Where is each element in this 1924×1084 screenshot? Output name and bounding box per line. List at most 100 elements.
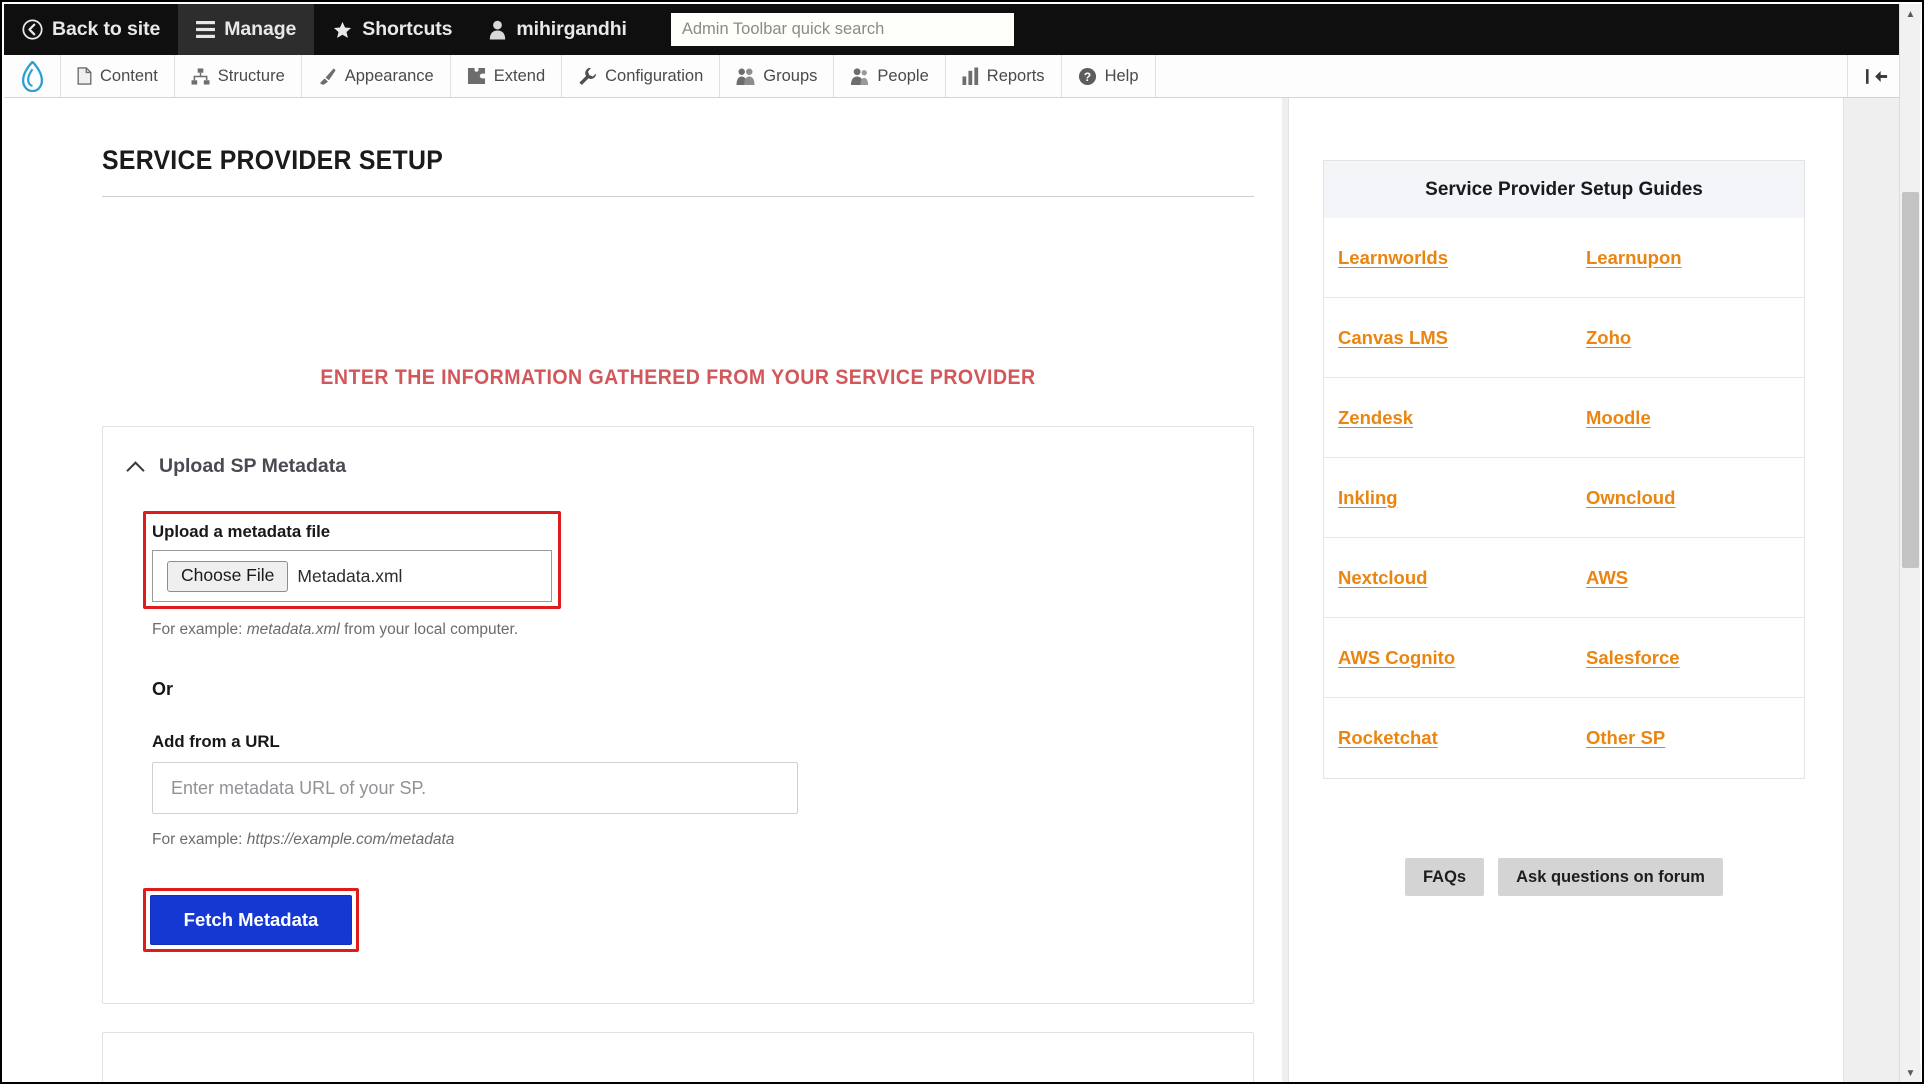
collapse-toolbar-button[interactable]: [1847, 55, 1905, 97]
guide-row: Rocketchat Other SP: [1324, 698, 1804, 778]
people-icon: [850, 67, 869, 86]
sidebar-column: Service Provider Setup Guides Learnworld…: [1288, 98, 1844, 1082]
guide-cell-left: Zendesk: [1324, 378, 1556, 457]
selected-file-name: Metadata.xml: [297, 565, 403, 586]
file-hint-example: metadata.xml: [246, 621, 340, 638]
guide-link-aws[interactable]: AWS: [1586, 567, 1628, 589]
guide-row: Inkling Owncloud: [1324, 458, 1804, 538]
guide-link-learnupon[interactable]: Learnupon: [1586, 247, 1682, 269]
shortcuts-label: Shortcuts: [362, 18, 453, 40]
guide-link-zendesk[interactable]: Zendesk: [1338, 407, 1413, 429]
guide-link-rocketchat[interactable]: Rocketchat: [1338, 727, 1438, 749]
guide-cell-left: Learnworlds: [1324, 218, 1556, 297]
ask-questions-forum-button[interactable]: Ask questions on forum: [1498, 858, 1723, 896]
upload-card-title: Upload SP Metadata: [159, 455, 347, 477]
guide-link-salesforce[interactable]: Salesforce: [1586, 647, 1680, 669]
drupal-drop-icon: [21, 60, 43, 92]
admin-toolbar: Back to site Manage Shortcuts mihirgandh…: [4, 4, 1905, 55]
choose-file-button[interactable]: Choose File: [167, 560, 289, 592]
main-content-column: SERVICE PROVIDER SETUP ENTER THE INFORMA…: [4, 98, 1282, 1082]
scroll-down-arrow-icon[interactable]: ▼: [1900, 1063, 1921, 1082]
menu-label: Content: [100, 66, 158, 85]
fetch-metadata-button[interactable]: Fetch Metadata: [150, 895, 352, 945]
menu-label: Help: [1104, 66, 1139, 85]
manage-tab[interactable]: Manage: [178, 4, 315, 55]
user-icon: [488, 20, 507, 40]
admin-quick-search-input[interactable]: [670, 13, 1014, 46]
admin-menu-bar: Content Structure Appearance Extend Conf…: [4, 55, 1905, 98]
guide-cell-left: Canvas LMS: [1324, 298, 1556, 377]
menu-item-people[interactable]: People: [834, 55, 946, 97]
scrollbar-thumb[interactable]: [1902, 192, 1919, 568]
svg-text:?: ?: [1083, 70, 1090, 84]
manage-label: Manage: [224, 18, 297, 40]
url-field-hint: For example: https://example.com/metadat…: [152, 831, 454, 849]
guide-row: Learnworlds Learnupon: [1324, 218, 1804, 298]
star-icon: [332, 20, 353, 40]
menu-item-reports[interactable]: Reports: [946, 55, 1062, 97]
guide-cell-right: AWS: [1556, 538, 1804, 617]
service-provider-name-card: [102, 1032, 1254, 1082]
menu-item-configuration[interactable]: Configuration: [562, 55, 721, 97]
menubar-spacer: [1156, 55, 1848, 97]
paintbrush-icon: [318, 67, 337, 86]
shortcuts-tab[interactable]: Shortcuts: [314, 4, 470, 55]
guide-row: Nextcloud AWS: [1324, 538, 1804, 618]
guide-cell-right: Learnupon: [1556, 218, 1804, 297]
hamburger-icon: [196, 21, 216, 38]
user-account-tab[interactable]: mihirgandhi: [470, 4, 644, 55]
back-to-site-button[interactable]: Back to site: [4, 4, 178, 55]
guide-cell-left: Rocketchat: [1324, 698, 1556, 778]
chevron-up-icon: [128, 461, 145, 472]
guide-link-learnworlds[interactable]: Learnworlds: [1338, 247, 1448, 269]
menu-item-appearance[interactable]: Appearance: [302, 55, 451, 97]
guide-cell-left: AWS Cognito: [1324, 618, 1556, 697]
file-upload-hint: For example: metadata.xml from your loca…: [152, 621, 518, 639]
groups-icon: [736, 67, 755, 86]
page-scrollbar[interactable]: ▲ ▼: [1899, 4, 1921, 1082]
guide-cell-left: Inkling: [1324, 458, 1556, 537]
guide-link-zoho[interactable]: Zoho: [1586, 327, 1631, 349]
scroll-up-arrow-icon[interactable]: ▲: [1900, 4, 1921, 25]
back-to-site-label: Back to site: [52, 18, 161, 40]
file-hint-prefix: For example:: [152, 621, 247, 638]
faqs-button[interactable]: FAQs: [1405, 858, 1485, 896]
wrench-icon: [578, 67, 597, 86]
collapse-left-icon: [1865, 68, 1887, 84]
guide-link-other-sp[interactable]: Other SP: [1586, 727, 1665, 749]
menu-label: Extend: [493, 66, 546, 85]
guide-row: Canvas LMS Zoho: [1324, 298, 1804, 378]
title-divider: [102, 196, 1254, 197]
or-separator-label: Or: [152, 679, 174, 699]
sitemap-icon: [191, 67, 210, 85]
drupal-logo-button[interactable]: [4, 55, 61, 97]
guide-cell-right: Other SP: [1556, 698, 1804, 778]
sidebar-action-buttons: FAQs Ask questions on forum: [1323, 858, 1805, 896]
menu-label: People: [877, 66, 929, 85]
metadata-url-input[interactable]: [152, 762, 798, 814]
menu-item-groups[interactable]: Groups: [720, 55, 835, 97]
bar-chart-icon: [962, 67, 979, 85]
guide-link-owncloud[interactable]: Owncloud: [1586, 487, 1675, 509]
url-hint-example: https://example.com/metadata: [246, 831, 455, 848]
metadata-file-input[interactable]: Choose File Metadata.xml: [152, 550, 552, 602]
document-icon: [77, 67, 92, 85]
guide-link-canvas-lms[interactable]: Canvas LMS: [1338, 327, 1448, 349]
guide-row: AWS Cognito Salesforce: [1324, 618, 1804, 698]
guide-link-moodle[interactable]: Moodle: [1586, 407, 1651, 429]
guide-link-aws-cognito[interactable]: AWS Cognito: [1338, 647, 1455, 669]
page-body: SERVICE PROVIDER SETUP ENTER THE INFORMA…: [4, 98, 1905, 1082]
guide-cell-right: Zoho: [1556, 298, 1804, 377]
upload-card-header[interactable]: Upload SP Metadata: [103, 427, 1253, 478]
menu-item-extend[interactable]: Extend: [451, 55, 563, 97]
guide-link-nextcloud[interactable]: Nextcloud: [1338, 567, 1427, 589]
guide-link-inkling[interactable]: Inkling: [1338, 487, 1398, 509]
menu-item-structure[interactable]: Structure: [175, 55, 302, 97]
page-title: SERVICE PROVIDER SETUP: [102, 145, 444, 175]
setup-guides-panel: Service Provider Setup Guides Learnworld…: [1323, 160, 1805, 779]
menu-item-content[interactable]: Content: [61, 55, 175, 97]
menu-label: Reports: [986, 66, 1045, 85]
guide-cell-right: Salesforce: [1556, 618, 1804, 697]
menu-item-help[interactable]: ? Help: [1062, 55, 1156, 97]
back-arrow-circle-icon: [22, 19, 43, 40]
